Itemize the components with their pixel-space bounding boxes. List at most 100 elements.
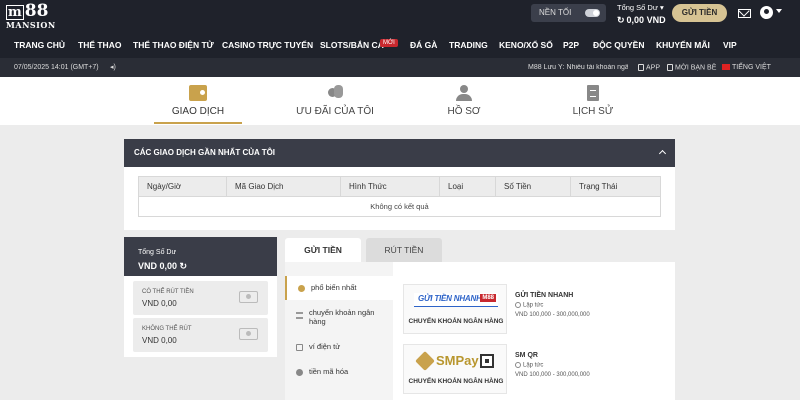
nav-item-p2p[interactable]: P2P [563, 40, 579, 50]
withdrawable-label: CÓ THỂ RÚT TIỀN [142, 289, 194, 295]
fast-deposit-card[interactable]: GỬI TIỀN NHANH M88 CHUYỂN KHOẢN NGÂN HÀN… [403, 284, 507, 334]
recent-transactions-header[interactable]: CÁC GIAO DỊCH GẦN NHẤT CỦA TÔI [124, 139, 675, 167]
top-bar: m 88 MANSION NỀN TỐI Tổng Số Dư ▾ ↻ 0,00 V… [0, 0, 800, 32]
mail-icon[interactable] [738, 9, 751, 18]
total-balance-value: VND 0,00 ↻ [138, 261, 188, 271]
header-balance-value: ↻ 0,00 VND [617, 15, 666, 26]
tab-history[interactable]: LỊCH SỬ [543, 77, 643, 125]
locked-balance: KHÔNG THỂ RÚT VND 0,00 [133, 318, 268, 352]
nav-item-slots[interactable]: SLOTS/BẮN CÁ [320, 40, 384, 50]
site-logo[interactable]: m 88 MANSION [6, 1, 64, 30]
main-nav: TRANG CHỦ THỂ THAO THỂ THAO ĐIỆN TỬ CASI… [0, 32, 800, 58]
sm-qr-range: VND 100,000 - 300,000,000 [515, 371, 590, 378]
new-badge: MỚI [380, 39, 398, 47]
logo-mark: m 88 [6, 1, 49, 21]
coins-icon [326, 85, 344, 101]
header-balance: Tổng Số Dư ▾ ↻ 0,00 VND [617, 3, 669, 26]
chevron-down-icon[interactable] [776, 9, 782, 13]
phone-icon [638, 64, 644, 71]
method-bank-transfer-label: chuyển khoản ngân hàng [309, 308, 375, 326]
sm-qr-info: SM QR Lập tức VND 100,000 - 300,000,000 [515, 352, 665, 378]
method-popular-label: phổ biến nhất [311, 283, 357, 292]
method-crypto-label: tiền mã hóa [309, 367, 349, 376]
fast-deposit-caption: CHUYỂN KHOẢN NGÂN HÀNG [408, 318, 504, 325]
deposit-button[interactable]: GỬI TIỀN [672, 4, 727, 22]
fast-deposit-logo-text: GỬI TIỀN NHANH [418, 294, 482, 303]
tab-transactions[interactable]: GIAO DỊCH [148, 77, 248, 125]
locked-label: KHÔNG THỂ RÚT [142, 326, 192, 332]
column-header: Hình Thức [340, 177, 439, 197]
bank-icon [296, 312, 303, 319]
method-popular[interactable]: phổ biến nhất [285, 276, 393, 300]
notice-ticker[interactable]: M88 Lưu Ý: Nhiều tài khoản ngân [528, 64, 628, 71]
table-header-row: Ngày/Giờ Mã Giao Dịch Hình Thức Loại Số … [139, 177, 660, 197]
tab-deposit[interactable]: GỬI TIỀN [285, 238, 361, 262]
recent-transactions-panel: CÁC GIAO DỊCH GẦN NHẤT CỦA TÔI Ngày/Giờ … [124, 139, 675, 230]
nav-item-vip[interactable]: VIP [723, 40, 737, 50]
active-tab-underline [154, 122, 242, 124]
method-bank-transfer[interactable]: chuyển khoản ngân hàng [285, 308, 393, 334]
qr-code-icon [480, 354, 494, 368]
sm-qr-caption: CHUYỂN KHOẢN NGÂN HÀNG [408, 378, 504, 385]
tab-history-label: LỊCH SỬ [572, 106, 614, 117]
refresh-icon[interactable]: ↻ [180, 261, 188, 271]
smpay-logo: SMPay [415, 351, 496, 371]
empty-result: Không có kết quả [370, 202, 429, 211]
clock-icon [515, 302, 521, 308]
column-header: Số Tiền [495, 177, 570, 197]
tab-my-offers-label: ƯU ĐÃI CỦA TÔI [296, 106, 374, 117]
header-balance-label: Tổng Số Dư ▾ [617, 3, 664, 12]
sm-qr-name: SM QR [515, 352, 538, 359]
language-selector[interactable]: TIẾNG VIỆT [722, 64, 771, 71]
nav-item-sports[interactable]: THỂ THAO [78, 40, 121, 50]
total-balance: Tổng Số Dư VND 0,00 ↻ [124, 237, 277, 276]
deposit-panel: phổ biến nhất chuyển khoản ngân hàng ví … [285, 262, 675, 400]
tab-profile[interactable]: HỒ SƠ [414, 77, 514, 125]
clock-icon [515, 362, 521, 368]
datetime: 07/05/2025 14:01 (GMT+7) [14, 64, 99, 71]
withdrawable-value: VND 0,00 [142, 299, 177, 308]
nav-item-casino[interactable]: CASINO TRỰC TUYẾN [222, 40, 313, 50]
nav-item-home[interactable]: TRANG CHỦ [14, 40, 65, 50]
column-header: Trạng Thái [570, 177, 660, 197]
locked-value: VND 0,00 [142, 336, 177, 345]
nav-item-esports[interactable]: THỂ THAO ĐIỆN TỬ [133, 40, 214, 50]
method-crypto[interactable]: tiền mã hóa [285, 367, 393, 381]
refresh-icon[interactable]: ↻ [617, 15, 625, 26]
account-tabs: GIAO DỊCH ƯU ĐÃI CỦA TÔI HỒ SƠ LỊCH SỬ [0, 77, 800, 125]
tab-my-offers[interactable]: ƯU ĐÃI CỦA TÔI [285, 77, 385, 125]
info-bar: 07/05/2025 14:01 (GMT+7) ◂) M88 Lưu Ý: N… [0, 58, 800, 77]
method-e-wallet[interactable]: ví điện tử [285, 342, 393, 356]
recent-transactions-title: CÁC GIAO DỊCH GẦN NHẤT CỦA TÔI [134, 148, 276, 157]
fast-deposit-name: GỬI TIỀN NHANH [515, 292, 574, 299]
fast-deposit-logo-badge: M88 [480, 294, 496, 302]
tab-withdraw[interactable]: RÚT TIỀN [366, 238, 442, 262]
nav-item-keno[interactable]: KENO/XỔ SỐ [499, 40, 553, 50]
chevron-up-icon[interactable] [658, 149, 667, 158]
crypto-icon [296, 369, 303, 376]
column-header: Loại [439, 177, 495, 197]
tab-profile-label: HỒ SƠ [447, 106, 481, 117]
column-header: Mã Giao Dịch [226, 177, 340, 197]
balance-card: Tổng Số Dư VND 0,00 ↻ CÓ THỂ RÚT TIỀN VN… [124, 237, 277, 357]
nav-item-promotions[interactable]: KHUYẾN MÃI [656, 40, 710, 50]
toggle-switch-icon[interactable] [585, 9, 600, 17]
speaker-icon[interactable]: ◂) [110, 63, 116, 71]
nav-item-cockfight[interactable]: ĐÁ GÀ [410, 40, 437, 50]
locked-cash-icon [239, 328, 258, 340]
fast-deposit-range: VND 100,000 - 300,000,000 [515, 311, 590, 318]
smpay-hex-icon [415, 351, 435, 371]
e-wallet-icon [296, 344, 303, 351]
app-link[interactable]: APP [638, 64, 660, 71]
sm-qr-card[interactable]: SMPay CHUYỂN KHOẢN NGÂN HÀNG [403, 344, 507, 394]
method-list: phổ biến nhất chuyển khoản ngân hàng ví … [285, 262, 393, 400]
nav-item-exclusive[interactable]: ĐỘC QUYỀN [593, 40, 644, 50]
refer-friend-link[interactable]: MỜI BẠN BÈ [667, 64, 716, 71]
nav-item-trading[interactable]: TRADING [449, 40, 488, 50]
total-balance-label: Tổng Số Dư [138, 249, 177, 256]
sm-qr-speed: Lập tức [515, 362, 665, 369]
withdrawable-balance: CÓ THỂ RÚT TIỀN VND 0,00 [133, 281, 268, 315]
user-account-icon[interactable] [760, 6, 773, 19]
fast-deposit-logo: GỬI TIỀN NHANH M88 [414, 293, 498, 307]
night-mode-toggle[interactable]: NỀN TỐI [531, 4, 606, 22]
